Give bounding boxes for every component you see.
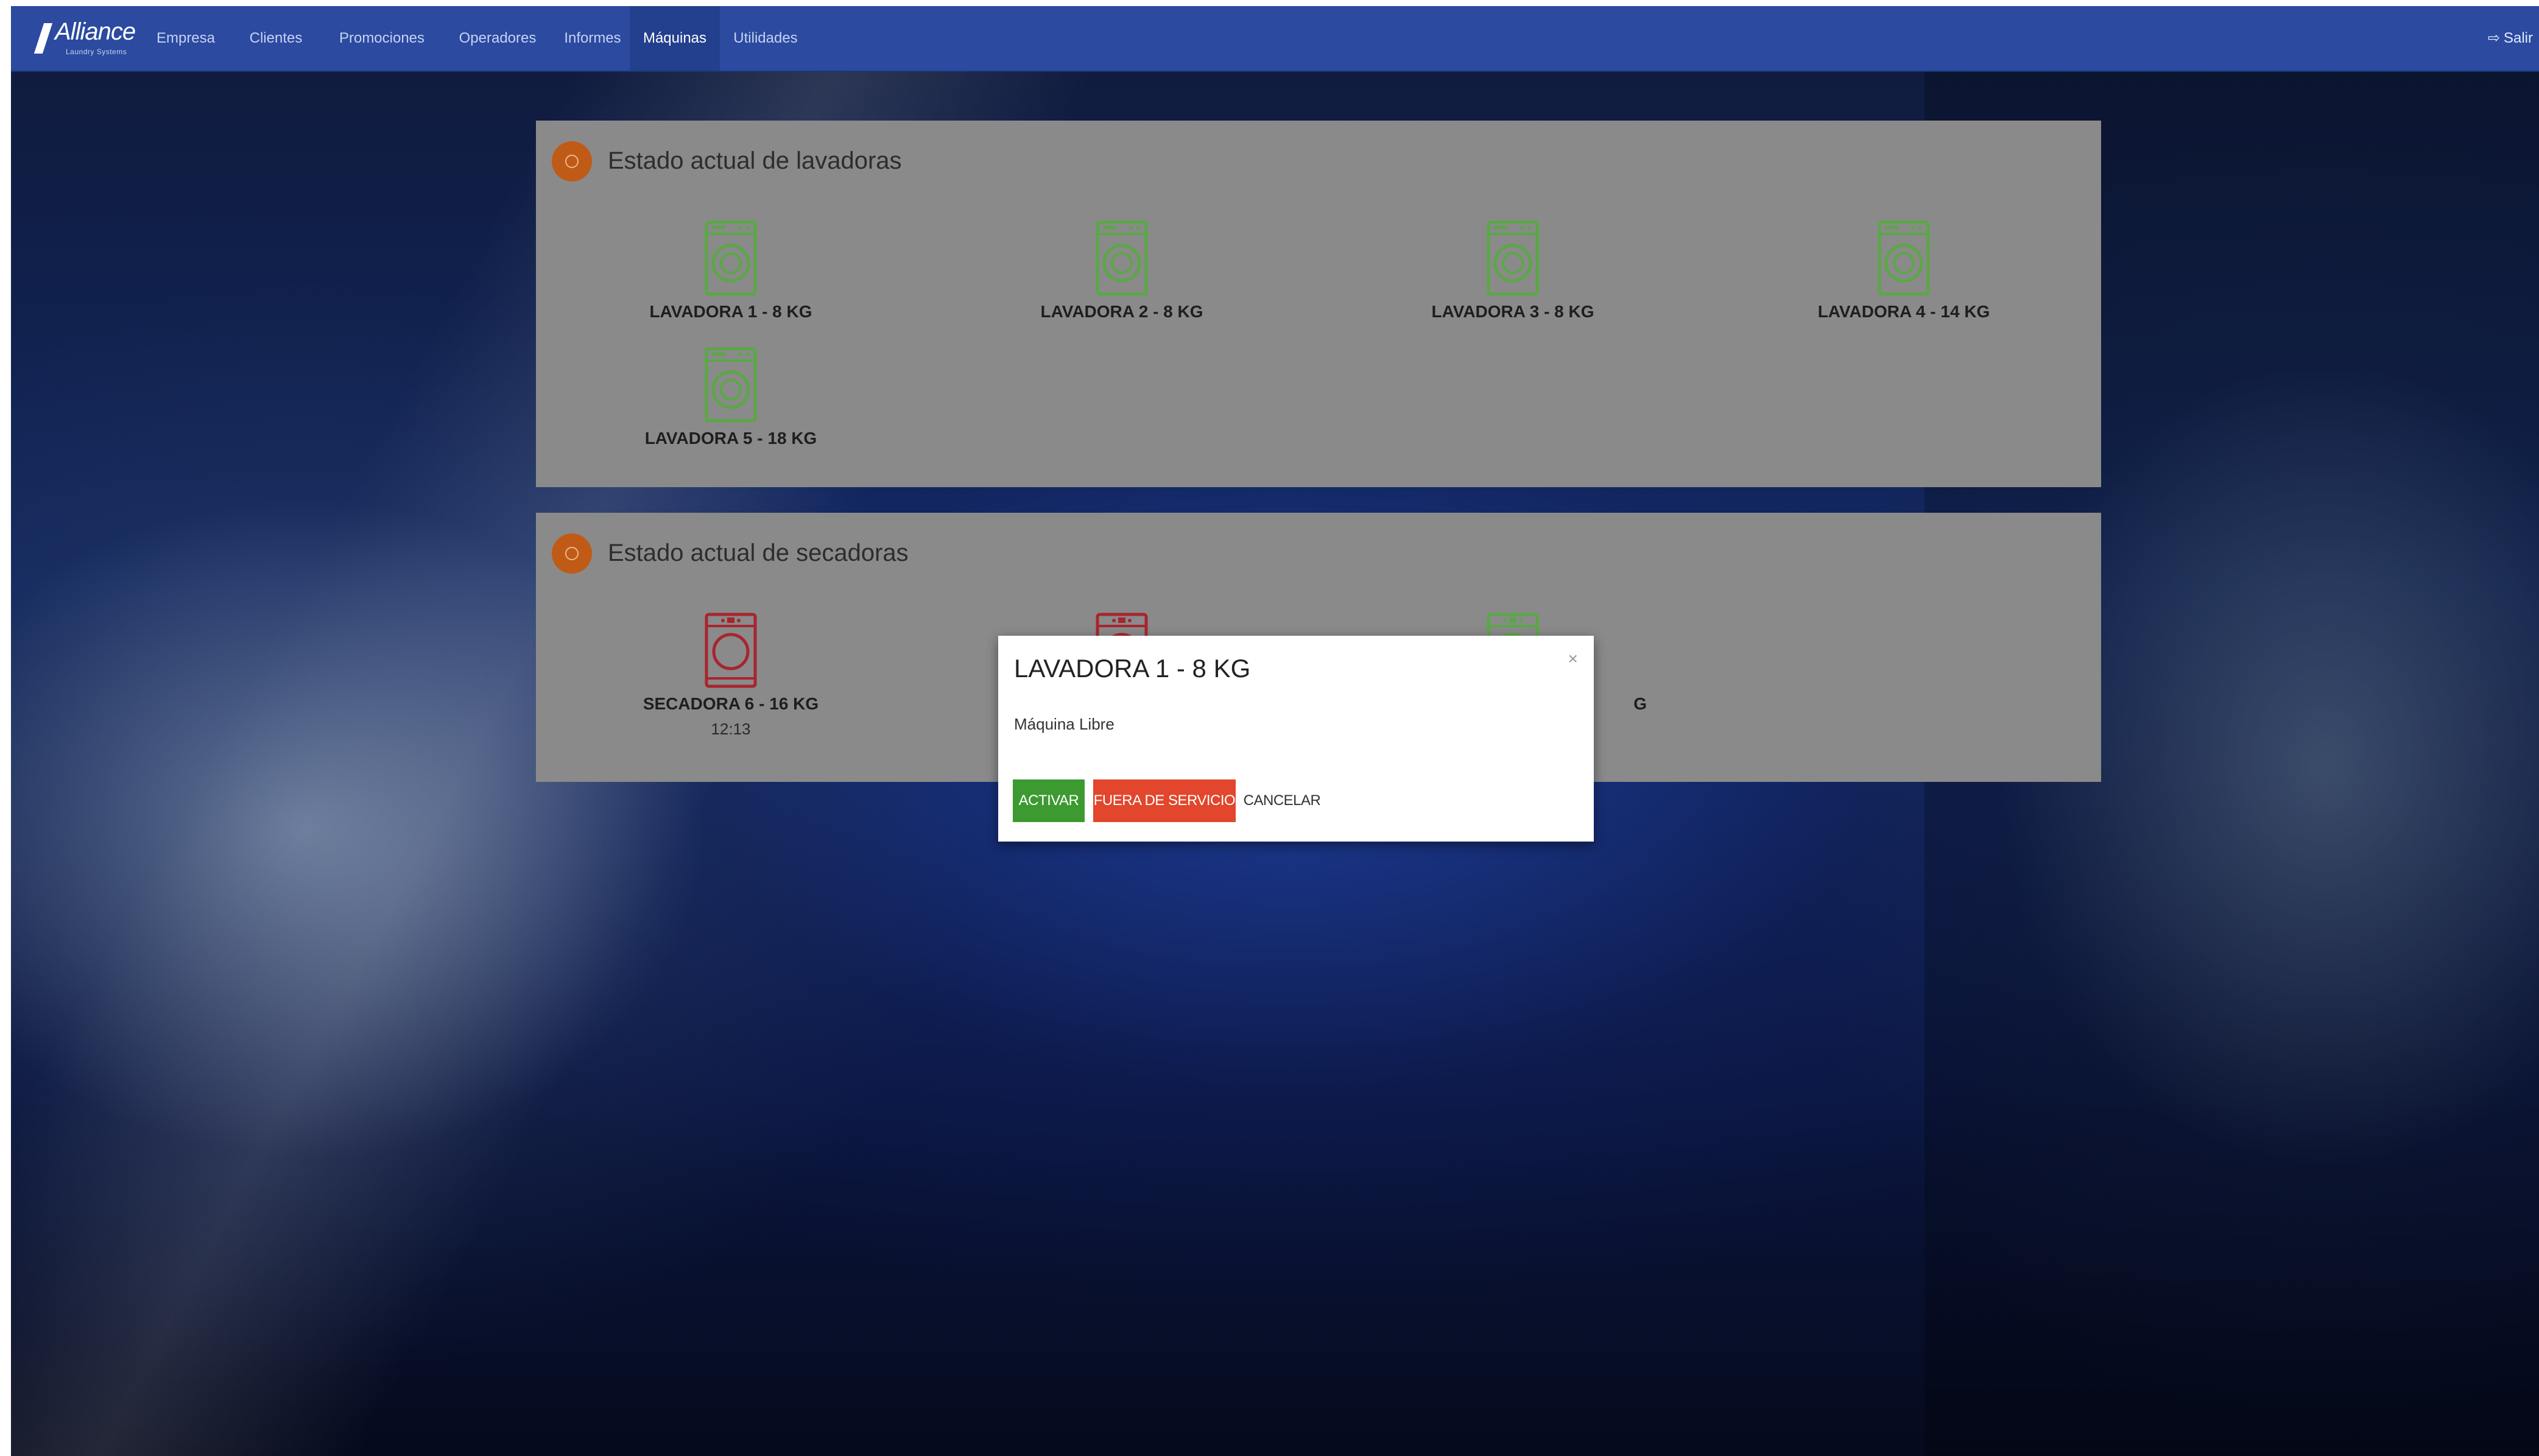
nav-empresa[interactable]: Empresa — [152, 6, 219, 71]
nav-promociones[interactable]: Promociones — [328, 6, 436, 71]
washing-machine-icon — [1096, 220, 1148, 298]
dryer-remaining-time: 12:13 — [711, 720, 751, 738]
washing-machine-icon — [705, 220, 757, 298]
activate-button[interactable]: ACTIVAR — [1013, 779, 1085, 822]
washer-5[interactable]: LAVADORA 5 - 18 KG — [597, 347, 865, 448]
washing-machine-icon — [1878, 220, 1930, 298]
cancel-button[interactable]: CANCELAR — [1241, 779, 1323, 822]
washer-4[interactable]: LAVADORA 4 - 14 KG — [1770, 220, 2038, 322]
logout-link[interactable]: ⇨ Salir — [2488, 6, 2533, 71]
dryer-icon — [705, 613, 757, 691]
washer-label: LAVADORA 1 - 8 KG — [649, 302, 812, 321]
top-navbar: Alliance Laundry Systems Empresa Cliente… — [11, 6, 2539, 72]
washers-panel-icon — [552, 141, 592, 181]
dryers-panel-icon — [552, 533, 592, 574]
nav-maquinas[interactable]: Máquinas — [630, 6, 720, 71]
nav-operadores[interactable]: Operadores — [448, 6, 547, 71]
dryer-label: SECADORA 6 - 16 KG — [643, 694, 819, 713]
sign-out-icon: ⇨ — [2487, 30, 2500, 46]
washer-1[interactable]: LAVADORA 1 - 8 KG — [597, 220, 865, 322]
brand-mark-icon — [33, 23, 53, 54]
brand-name: Alliance — [55, 18, 136, 45]
machine-status-text: Máquina Libre — [1014, 715, 1115, 733]
washer-label: LAVADORA 3 - 8 KG — [1431, 302, 1594, 321]
brand-subtitle: Laundry Systems — [66, 47, 127, 56]
machine-modal: LAVADORA 1 - 8 KG × Máquina Libre ACTIVA… — [998, 636, 1594, 842]
close-icon[interactable]: × — [1568, 649, 1578, 669]
app-frame: Alliance Laundry Systems Empresa Cliente… — [11, 6, 2539, 1456]
nav-utilidades[interactable]: Utilidades — [725, 6, 806, 71]
washing-machine-icon — [1487, 220, 1539, 298]
out-of-service-button[interactable]: FUERA DE SERVICIO — [1093, 779, 1236, 822]
washer-label: LAVADORA 5 - 18 KG — [644, 429, 817, 448]
washer-label: LAVADORA 4 - 14 KG — [1817, 302, 1990, 321]
nav-clientes[interactable]: Clientes — [242, 6, 309, 71]
washing-machine-icon — [705, 347, 757, 425]
dryers-panel-title: Estado actual de secadoras — [608, 540, 909, 566]
washer-3[interactable]: LAVADORA 3 - 8 KG — [1379, 220, 1647, 322]
washers-panel: Estado actual de lavadoras LAVADORA 1 - … — [536, 121, 2101, 487]
washer-2[interactable]: LAVADORA 2 - 8 KG — [988, 220, 1256, 322]
modal-title: LAVADORA 1 - 8 KG — [1014, 654, 1251, 683]
nav-informes[interactable]: Informes — [555, 6, 630, 71]
logout-label: Salir — [2503, 30, 2533, 46]
washers-panel-title: Estado actual de lavadoras — [608, 147, 902, 174]
dryer-6[interactable]: SECADORA 6 - 16 KG 12:13 — [597, 613, 865, 739]
washer-label: LAVADORA 2 - 8 KG — [1040, 302, 1203, 321]
